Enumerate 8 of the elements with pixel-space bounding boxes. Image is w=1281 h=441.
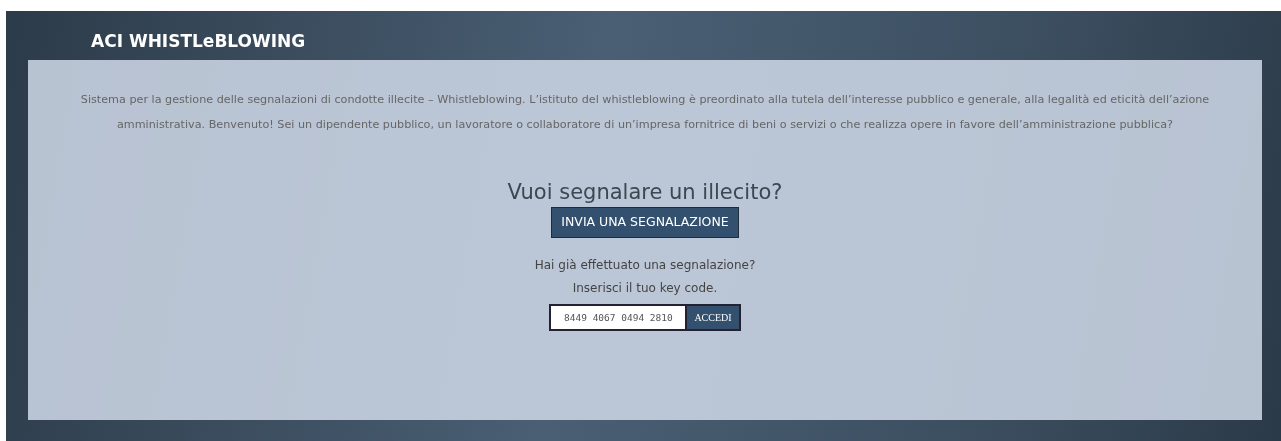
intro-paragraph: Sistema per la gestione delle segnalazioni di condotte illecite – Whistleblowing. L’istituto del whistleblowing è preordinato alla tutela dell’interesse pubblico e generale, alla legalità ed eticità dell’azione amministrativa. Benvenuto! Sei un dipendente pubblico, un lavoratore o collaboratore di un’impresa fornitrice di beni o servizi o che realizza opere in favore dell’amministrazione pubblica? bbox=[79, 92, 1211, 133]
login-button[interactable]: ACCEDI bbox=[685, 303, 741, 331]
key-code-field[interactable]: 8449 4067 0494 2810 bbox=[549, 303, 686, 331]
site-title: ACI WHISTLeBLOWING bbox=[90, 30, 307, 53]
instruction-text: Inserisci il tuo key code. bbox=[571, 279, 719, 297]
report-heading: Vuoi segnalare un illecito? bbox=[506, 179, 784, 205]
question-text: Hai già effettuato una segnalazione? bbox=[533, 256, 757, 274]
send-report-button[interactable]: INVIA UNA SEGNALAZIONE bbox=[551, 207, 739, 238]
